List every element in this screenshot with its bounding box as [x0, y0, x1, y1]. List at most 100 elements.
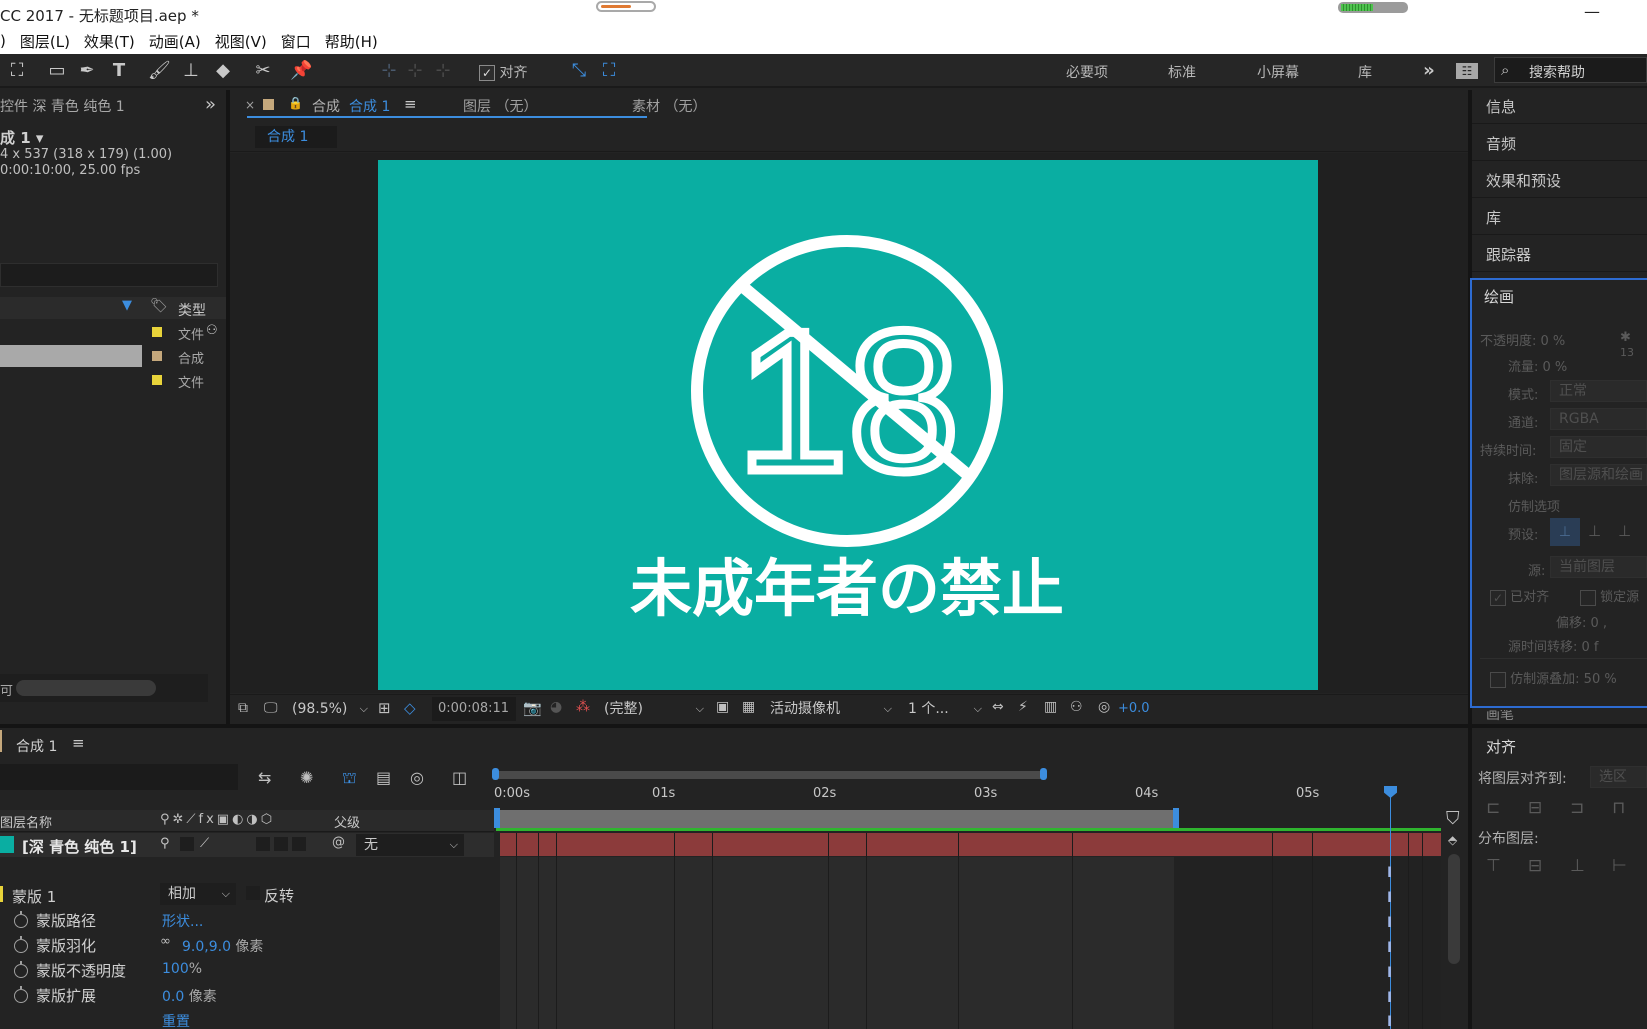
clone-preset-2-icon[interactable]: ⊥ — [1588, 522, 1601, 540]
footage-viewer-tab[interactable]: 素材 （无） — [632, 96, 706, 116]
panel-overflow-icon[interactable]: » — [205, 94, 216, 115]
quality-switch-icon[interactable]: ⟋ — [200, 836, 209, 851]
effect-controls-tab[interactable]: 控件 深 青色 纯色 1 — [0, 96, 125, 116]
work-area-bar[interactable] — [496, 810, 1176, 828]
timeline-icon[interactable]: ▥ — [1044, 699, 1057, 715]
snap-features-icon[interactable]: ⛶ — [598, 60, 620, 82]
timeline-scroll-track[interactable]: ⬘ — [1444, 832, 1462, 1029]
layer-name[interactable]: [深 青色 纯色 1] — [22, 836, 137, 857]
safe-margins-icon[interactable]: ⊞ — [378, 699, 391, 717]
mask-color[interactable] — [0, 886, 3, 902]
parent-column[interactable]: 父级 — [334, 812, 360, 831]
timeline-tab[interactable]: 合成 1 — [16, 736, 57, 756]
tracker-panel-tab[interactable]: 跟踪器 — [1472, 238, 1647, 272]
switch-box[interactable] — [292, 837, 306, 851]
text-tool-icon[interactable]: T — [108, 60, 130, 82]
breadcrumb-comp[interactable]: 合成 1 — [255, 126, 337, 148]
opacity-value[interactable]: 0 % — [1541, 334, 1566, 349]
view-axis-icon[interactable]: ⊹ — [432, 60, 454, 82]
graph-editor-icon[interactable]: ◫ — [452, 768, 467, 787]
mask-expansion-value[interactable]: 0.0 像素 — [162, 986, 217, 1006]
align-top-icon[interactable]: ⊓ — [1612, 798, 1625, 818]
constrain-link-icon[interactable]: ∞ — [160, 934, 171, 949]
resolution-dropdown[interactable]: (完整) ⌵ — [600, 697, 708, 721]
distribute-left-icon[interactable]: ⊢ — [1612, 856, 1627, 876]
layer-search-input[interactable] — [0, 764, 238, 790]
snapshot-icon[interactable]: 📷 — [523, 699, 542, 717]
mask-visibility-icon[interactable]: ◇ — [404, 699, 416, 717]
keyframe-marker-icon[interactable]: I — [1387, 865, 1396, 881]
comp-canvas[interactable]: 18 未成年者の禁止 — [378, 160, 1318, 690]
navigator-start-handle[interactable] — [492, 768, 499, 780]
layer-label-color[interactable] — [0, 836, 14, 853]
flow-value[interactable]: 0 % — [1543, 360, 1568, 375]
eraser-tool-icon[interactable]: ◆ — [212, 60, 234, 82]
menu-item-window[interactable]: 窗口 — [281, 31, 311, 52]
rectangle-tool-icon[interactable]: ▭ — [46, 60, 68, 82]
help-search-field[interactable]: ⌕ 搜索帮助 — [1494, 57, 1647, 83]
sort-chevron-icon[interactable]: ▼ — [122, 298, 132, 313]
invert-checkbox[interactable] — [246, 886, 260, 900]
mask-name[interactable]: 蒙版 1 — [12, 886, 56, 907]
time-ruler[interactable]: 0:00s 01s 02s 03s 04s 05s — [494, 784, 1441, 810]
label-color-swatch[interactable] — [152, 375, 162, 385]
workspace-standard[interactable]: 标准 — [1168, 62, 1196, 82]
layer-row[interactable]: [深 青色 纯色 1] ⚲ ⟋ @ 无 ⌵ — [0, 833, 494, 857]
reset-exposure-icon[interactable]: ◎ — [1098, 699, 1110, 715]
navigator-end-handle[interactable] — [1040, 768, 1047, 780]
hierarchy-icon[interactable]: ⚇ — [206, 323, 218, 338]
frame-blending-icon[interactable]: ▤ — [376, 768, 391, 787]
timeline-scrollbar-thumb[interactable] — [1448, 854, 1460, 964]
label-color-swatch[interactable] — [152, 351, 162, 361]
switches-icons[interactable]: ⚲✲⟋fx▣◐◑⬡ — [160, 812, 275, 827]
stopwatch-icon[interactable] — [14, 961, 28, 978]
close-tab-icon[interactable]: × — [245, 98, 255, 112]
always-preview-icon[interactable]: ⧉ — [238, 700, 248, 716]
align-left-icon[interactable]: ⊏ — [1486, 798, 1500, 818]
pick-whip-icon[interactable]: @ — [332, 835, 345, 850]
comp-tab-name[interactable]: 合成 1 — [349, 96, 390, 116]
overlay-value[interactable]: 50 % — [1584, 672, 1617, 687]
brushes-panel-tab[interactable]: 画笔 — [1472, 710, 1647, 722]
fast-previews-icon[interactable]: ⚡ — [1018, 699, 1028, 715]
local-axis-icon[interactable]: ⊹ — [378, 60, 400, 82]
shy-layers-icon[interactable]: ⛫ — [342, 768, 357, 789]
more-workspaces-icon[interactable]: » — [1418, 60, 1440, 82]
project-search-input[interactable] — [0, 263, 218, 287]
snap-edges-icon[interactable]: ⤡ — [568, 60, 590, 82]
mask-path-value[interactable]: 形状... — [162, 911, 203, 931]
toggle-pixel-aspect-icon[interactable]: ⇔ — [992, 699, 1004, 715]
stopwatch-icon[interactable] — [14, 986, 28, 1003]
monitor-icon[interactable]: 🖵 — [264, 700, 278, 716]
menu-item-effect[interactable]: 效果(T) — [84, 31, 135, 52]
workspace-essentials[interactable]: 必要项 — [1066, 62, 1108, 82]
timeline-tracks[interactable] — [500, 857, 1441, 1029]
comp-name-label[interactable]: 成 1 ▾ — [0, 127, 43, 148]
motion-blur-icon[interactable]: ◎ — [410, 768, 424, 787]
keyframe-marker-icon[interactable]: I — [1387, 915, 1396, 931]
shy-switch-icon[interactable]: ⚲ — [160, 836, 170, 851]
audio-panel-tab[interactable]: 音频 — [1472, 127, 1647, 161]
show-snapshot-icon[interactable]: ◕ — [550, 699, 562, 715]
comp-mini-flowchart-icon[interactable]: ⇆ — [258, 768, 271, 787]
region-of-interest-icon[interactable]: ▣ — [716, 699, 729, 715]
tab-menu-icon[interactable]: ≡ — [72, 734, 85, 752]
exposure-value[interactable]: +0.0 — [1118, 701, 1150, 716]
mask-feather-value[interactable]: 9.0,9.0 像素 — [182, 936, 263, 956]
mask-opacity-value[interactable]: 100% — [162, 961, 202, 977]
zoom-select-icon[interactable]: ⛶ — [6, 60, 28, 82]
mask-mode-dropdown[interactable]: 相加 ⌵ — [160, 883, 236, 905]
stopwatch-icon[interactable] — [14, 911, 28, 928]
keyframe-marker-icon[interactable]: I — [1387, 890, 1396, 906]
flowchart-icon[interactable]: ⚇ — [1070, 699, 1083, 715]
layer-marker-icon[interactable]: ⬘ — [1448, 833, 1457, 847]
clone-preset-3-icon[interactable]: ⊥ — [1618, 522, 1631, 540]
transparency-grid-icon[interactable]: ▦ — [742, 699, 755, 715]
zoom-dropdown[interactable]: (98.5%) ⌵ — [288, 697, 370, 721]
minimize-icon[interactable]: — — [1584, 2, 1600, 21]
roto-brush-icon[interactable]: ✂ — [252, 60, 274, 82]
keyframe-marker-icon[interactable]: I — [1387, 965, 1396, 981]
parent-dropdown[interactable]: 无 ⌵ — [356, 834, 464, 856]
align-panel-title[interactable]: 对齐 — [1486, 736, 1516, 757]
work-area-start-handle[interactable] — [494, 808, 500, 828]
